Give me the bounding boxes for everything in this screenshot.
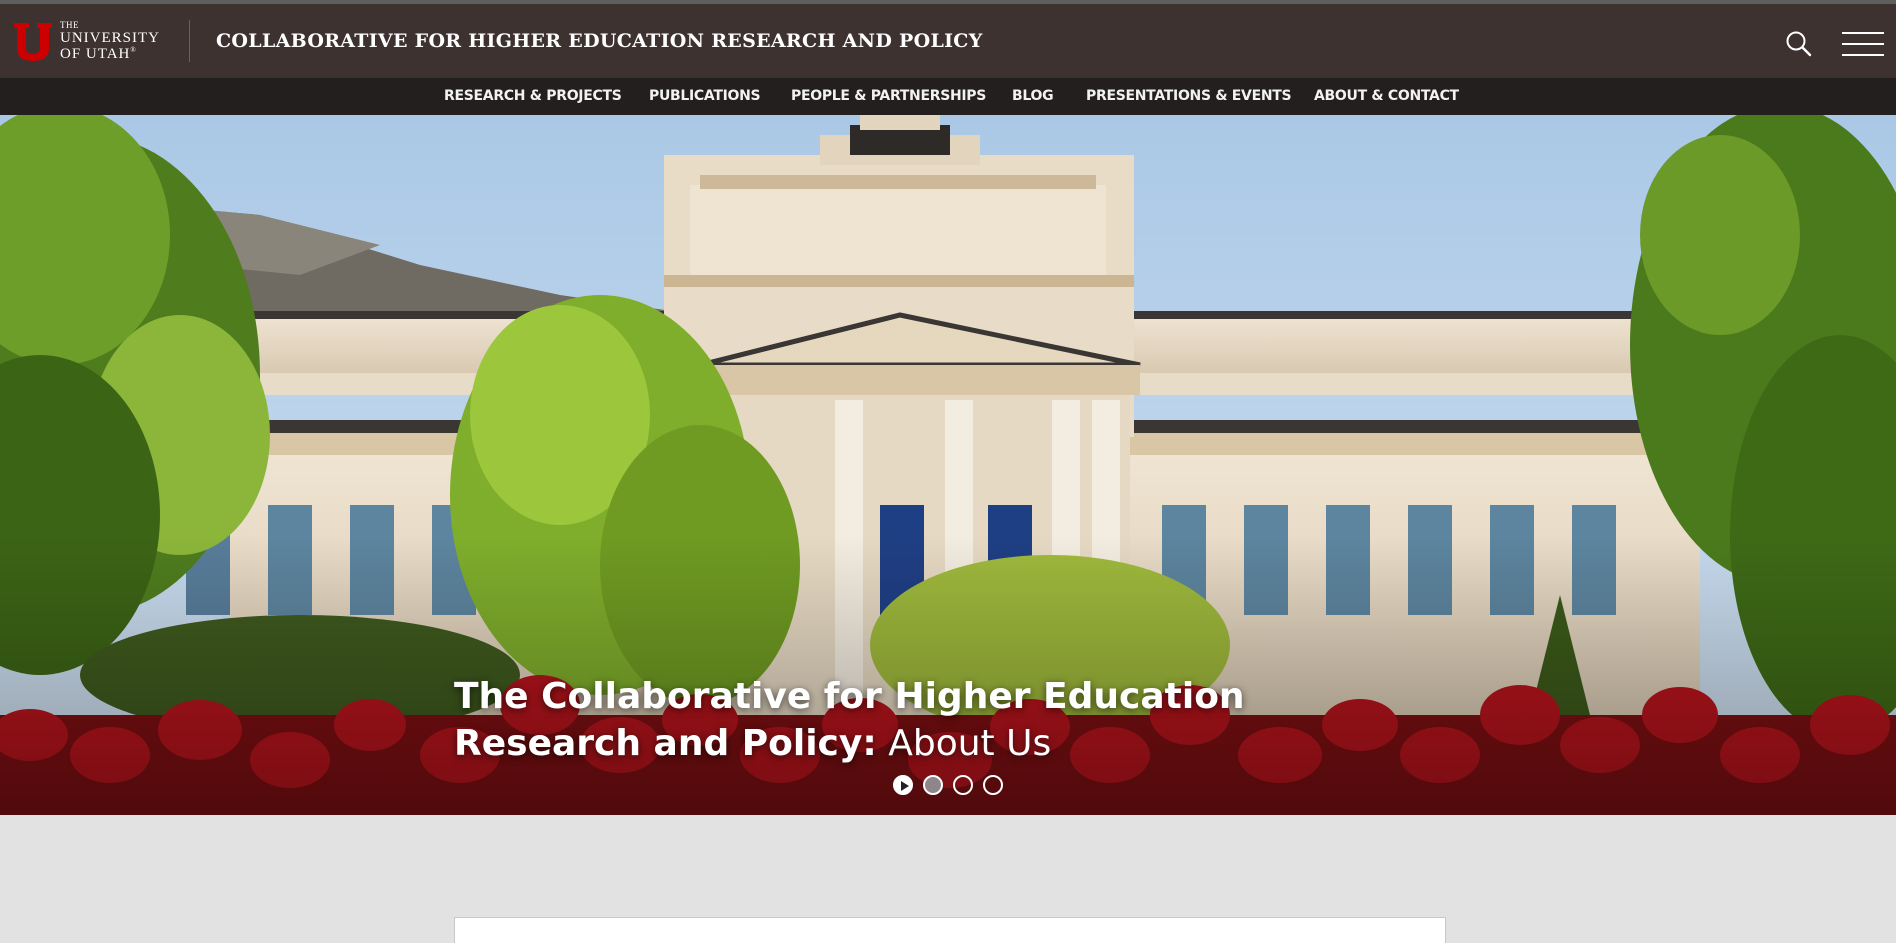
registered-mark: ® (130, 45, 137, 54)
site-header: THE UNIVERSITY OF UTAH® COLLABORATIVE FO… (0, 4, 1896, 78)
slider-pagination (893, 775, 1003, 797)
university-u-logo-icon (14, 23, 52, 61)
slider-dot-4[interactable] (983, 775, 1003, 795)
nav-publications[interactable]: PUBLICATIONS (649, 88, 761, 104)
university-logo[interactable]: THE UNIVERSITY OF UTAH® (12, 18, 170, 64)
hero-title-bold: The Collaborative for Higher Education R… (454, 676, 1245, 764)
slider-dot-3[interactable] (953, 775, 973, 795)
slider-dot-2[interactable] (923, 775, 943, 795)
logo-line-the: THE (60, 19, 79, 30)
site-title[interactable]: COLLABORATIVE FOR HIGHER EDUCATION RESEA… (216, 30, 983, 52)
hero-title-light: About Us (876, 723, 1052, 764)
content-card (454, 917, 1446, 943)
nav-presentations-events[interactable]: PRESENTATIONS & EVENTS (1086, 88, 1292, 104)
slider-play-button[interactable] (893, 775, 913, 795)
main-navigation: RESEARCH & PROJECTS PUBLICATIONS PEOPLE … (0, 78, 1896, 115)
hero-slider: The Collaborative for Higher Education R… (0, 115, 1896, 815)
nav-blog[interactable]: BLOG (1012, 88, 1054, 104)
logo-line-university: UNIVERSITY (60, 29, 160, 46)
nav-people-partnerships[interactable]: PEOPLE & PARTNERSHIPS (791, 88, 986, 104)
header-divider (189, 20, 190, 62)
hamburger-menu-icon (1842, 32, 1884, 34)
hero-title: The Collaborative for Higher Education R… (454, 673, 1394, 767)
hamburger-menu-button[interactable] (1842, 30, 1884, 58)
nav-research-projects[interactable]: RESEARCH & PROJECTS (444, 88, 622, 104)
logo-wordmark: THE UNIVERSITY OF UTAH® (60, 19, 160, 62)
search-icon (1786, 31, 1812, 57)
search-button[interactable] (1784, 29, 1814, 59)
logo-line-of-utah: OF UTAH (60, 45, 131, 62)
nav-about-contact[interactable]: ABOUT & CONTACT (1314, 88, 1459, 104)
